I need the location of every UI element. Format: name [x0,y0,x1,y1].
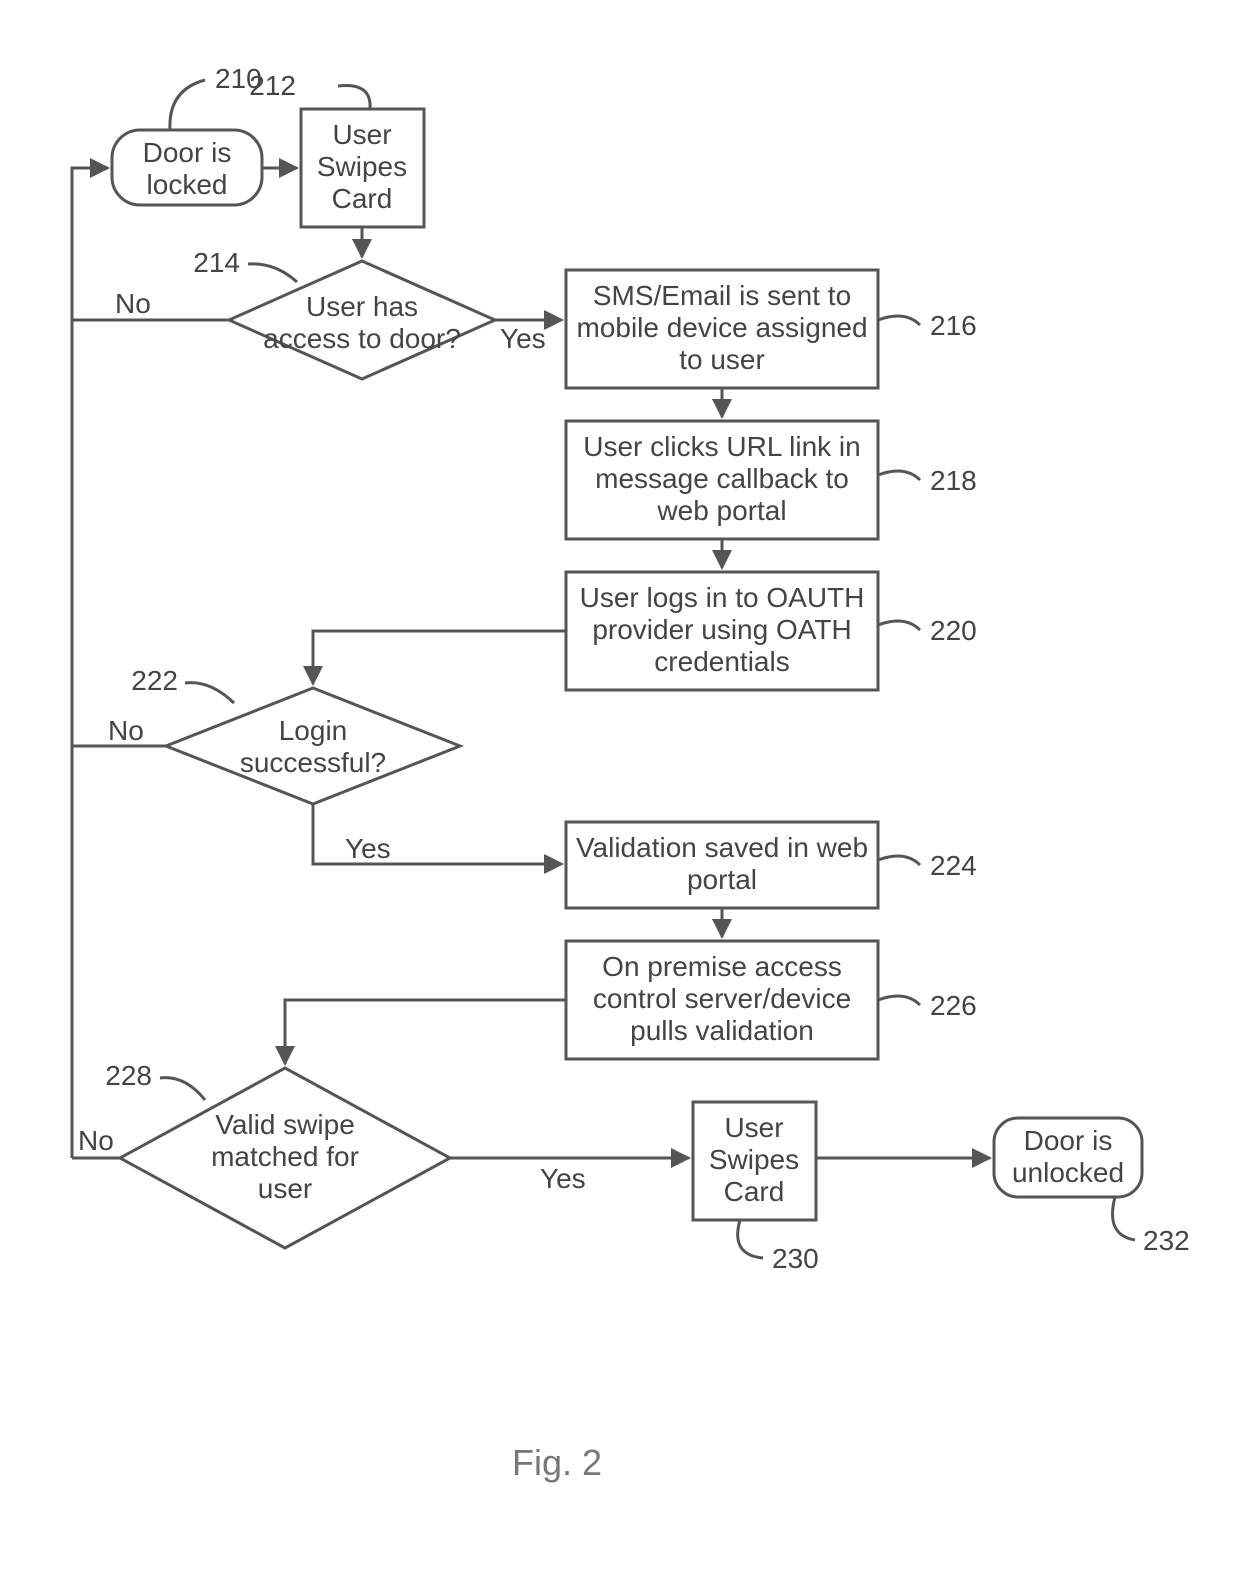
node-user-clicks-url: User clicks URL link in message callback… [566,421,878,539]
node-label: User [332,119,391,150]
edge-label-yes: Yes [500,323,546,354]
node-label: locked [147,169,228,200]
node-label: control server/device [593,983,851,1014]
ref-num: 214 [193,247,240,278]
node-user-has-access: User has access to door? [229,261,495,379]
leader-line [878,856,920,865]
ref-num: 212 [249,70,296,101]
ref-num: 218 [930,465,977,496]
node-label: Validation saved in web [576,832,868,863]
arrow-return-rail [72,168,108,1158]
arrow [285,1000,566,1064]
node-user-logs-in-oauth: User logs in to OAUTH provider using OAT… [566,572,878,690]
figure-caption: Fig. 2 [512,1442,602,1483]
node-label: to user [679,344,765,375]
ref-num: 224 [930,850,977,881]
node-label: Door is [143,137,232,168]
node-user-swipes-card-2: User Swipes Card [693,1102,816,1220]
node-label: unlocked [1012,1157,1124,1188]
node-label: pulls validation [630,1015,814,1046]
node-label: credentials [654,646,789,677]
ref-num: 230 [772,1243,819,1274]
leader-line [1113,1197,1136,1240]
node-door-locked: Door is locked [112,130,262,205]
node-label: web portal [656,495,786,526]
node-label: message callback to [595,463,849,494]
leader-line [160,1078,205,1100]
node-valid-swipe-matched: Valid swipe matched for user [120,1068,450,1248]
edge-label-no: No [115,288,151,319]
leader-line [878,471,920,480]
leader-line [248,264,297,282]
edge-label-no: No [78,1125,114,1156]
node-on-premise-pulls-validation: On premise access control server/device … [566,941,878,1059]
node-label: successful? [240,747,386,778]
node-login-successful: Login successful? [166,688,460,804]
node-label: SMS/Email is sent to [593,280,851,311]
node-label: Card [724,1176,785,1207]
leader-line [738,1220,763,1258]
leader-line [878,316,920,325]
node-label: mobile device assigned [576,312,867,343]
leader-line [878,621,920,630]
node-validation-saved: Validation saved in web portal [566,822,878,908]
ref-num: 232 [1143,1225,1190,1256]
node-label: Valid swipe [215,1109,355,1140]
edge-label-no: No [108,715,144,746]
node-label: User [724,1112,783,1143]
flowchart-diagram: Door is locked 210 User Swipes Card 212 … [0,0,1240,1573]
ref-num: 226 [930,990,977,1021]
node-door-unlocked: Door is unlocked [994,1118,1142,1197]
node-label: User logs in to OAUTH [580,582,865,613]
ref-num: 228 [105,1060,152,1091]
node-user-swipes-card-1: User Swipes Card [301,109,424,227]
edge-label-yes: Yes [345,833,391,864]
node-label: portal [687,864,757,895]
leader-line [338,85,370,109]
node-label: Swipes [317,151,407,182]
node-label: Card [332,183,393,214]
node-label: matched for [211,1141,359,1172]
node-label: On premise access [602,951,842,982]
node-label: Swipes [709,1144,799,1175]
node-label: user [258,1173,312,1204]
leader-line [878,996,920,1005]
node-label: provider using OATH [592,614,851,645]
arrow [313,631,566,684]
node-label: User has [306,291,418,322]
ref-num: 220 [930,615,977,646]
edge-label-yes: Yes [540,1163,586,1194]
leader-line [185,683,234,703]
leader-line [170,80,205,130]
node-sms-email-sent: SMS/Email is sent to mobile device assig… [566,270,878,388]
ref-num: 222 [131,665,178,696]
node-label: User clicks URL link in [583,431,860,462]
node-label: Login [279,715,348,746]
node-label: Door is [1024,1125,1113,1156]
node-label: access to door? [263,323,461,354]
ref-num: 216 [930,310,977,341]
